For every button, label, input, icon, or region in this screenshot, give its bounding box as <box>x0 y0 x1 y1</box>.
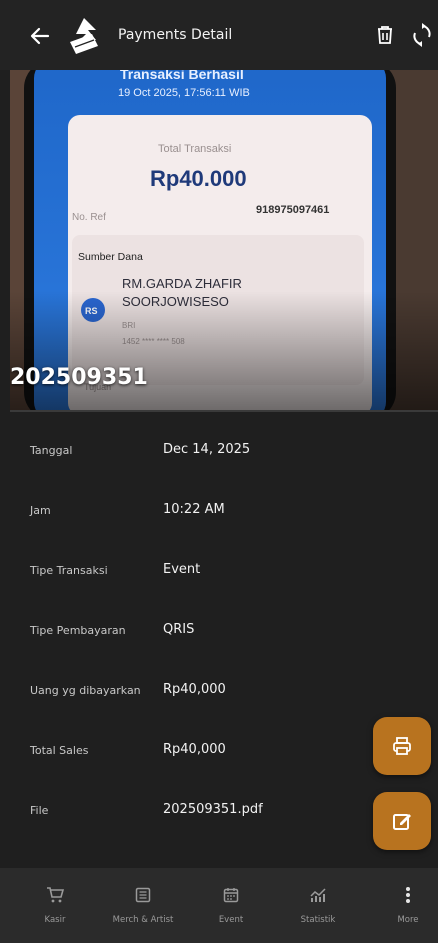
edit-icon <box>393 814 411 830</box>
print-icon <box>393 737 411 755</box>
list-icon <box>133 885 153 905</box>
detail-value: Rp40,000 <box>163 742 226 757</box>
transaction-id-caption: 202509351 <box>10 365 148 390</box>
nav-label: Event <box>218 915 244 925</box>
detail-row-tanggal: Tanggal Dec 14, 2025 <box>0 437 438 467</box>
refresh-icon[interactable] <box>410 22 434 48</box>
nav-item-more[interactable]: More <box>388 868 428 943</box>
trash-icon[interactable] <box>374 24 398 48</box>
file-link[interactable]: 202509351.pdf <box>163 802 263 817</box>
detail-label: Total Sales <box>30 744 89 757</box>
detail-row-uang-dibayarkan: Uang yg dibayarkan Rp40,000 <box>0 677 438 707</box>
calendar-icon <box>221 885 241 905</box>
cart-icon <box>45 885 65 905</box>
detail-label: Tipe Pembayaran <box>30 624 126 637</box>
detail-value: Rp40,000 <box>163 682 226 697</box>
bottom-navigation: Kasir Merch & Artist Event Statistik Mor… <box>0 868 438 943</box>
nav-label: Kasir <box>44 915 66 925</box>
nav-item-merch-artist[interactable]: Merch & Artist <box>100 868 186 943</box>
back-arrow-icon[interactable] <box>26 22 54 50</box>
nav-item-kasir[interactable]: Kasir <box>34 868 76 943</box>
detail-label: Tipe Transaksi <box>30 564 108 577</box>
detail-row-jam: Jam 10:22 AM <box>0 497 438 527</box>
nav-label: More <box>397 915 419 925</box>
chart-icon <box>308 885 328 905</box>
nav-label: Merch & Artist <box>112 915 174 925</box>
nav-label: Statistik <box>300 915 336 925</box>
more-vertical-icon <box>398 885 418 905</box>
detail-label: Jam <box>30 504 51 517</box>
edit-button[interactable] <box>373 792 431 850</box>
detail-value: QRIS <box>163 622 195 637</box>
detail-row-tipe-pembayaran: Tipe Pembayaran QRIS <box>0 617 438 647</box>
detail-label: Uang yg dibayarkan <box>30 684 141 697</box>
divider <box>10 410 438 412</box>
detail-value: 10:22 AM <box>163 502 225 517</box>
detail-label: File <box>30 804 49 817</box>
detail-label: Tanggal <box>30 444 73 457</box>
nav-item-event[interactable]: Event <box>210 868 252 943</box>
detail-value: Dec 14, 2025 <box>163 442 251 457</box>
payment-proof-image[interactable]: Transaksi Berhasil 19 Oct 2025, 17:56:11… <box>10 70 438 410</box>
nav-item-statistik[interactable]: Statistik <box>292 868 344 943</box>
page-title: Payments Detail <box>118 27 233 43</box>
app-logo <box>66 16 102 56</box>
print-button[interactable] <box>373 717 431 775</box>
detail-row-tipe-transaksi: Tipe Transaksi Event <box>0 557 438 587</box>
detail-value: Event <box>163 562 201 577</box>
app-bar: Payments Detail <box>0 0 438 70</box>
